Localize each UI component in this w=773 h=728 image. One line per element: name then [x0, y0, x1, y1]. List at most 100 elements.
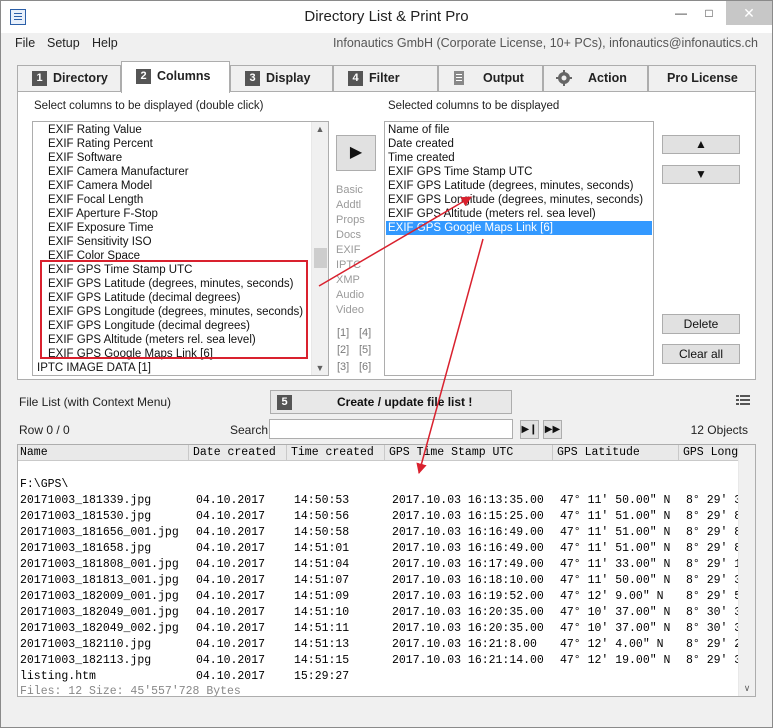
move-down-button[interactable]: ▼	[662, 165, 740, 184]
tab-action[interactable]: Action	[543, 65, 648, 91]
list-item[interactable]: EXIF GPS Time Stamp UTC	[386, 165, 652, 179]
table-cell: 47° 11' 33.00" N	[560, 558, 671, 571]
app-window: Directory List & Print Pro — □ ✕ File Se…	[0, 0, 773, 728]
list-item[interactable]: EXIF GPS Latitude (degrees, minutes, sec…	[386, 179, 652, 193]
list-item-selected[interactable]: EXIF GPS Google Maps Link [6]	[386, 221, 652, 235]
category-addtl[interactable]: Addtl	[336, 199, 361, 211]
minimize-button[interactable]: —	[666, 1, 696, 25]
grid-scrollbar[interactable]: ∨	[738, 445, 755, 696]
list-item[interactable]: EXIF GPS Altitude (meters rel. sea level…	[386, 207, 652, 221]
list-item[interactable]: Time created	[386, 151, 652, 165]
scroll-down-icon[interactable]: ∨	[739, 683, 755, 694]
menu-file[interactable]: File	[15, 36, 35, 50]
create-button-label: Create / update file list !	[337, 395, 473, 409]
category-basic[interactable]: Basic	[336, 184, 363, 196]
table-row[interactable]: 20171003_181808_001.jpg 04.10.2017 14:51:0…	[18, 557, 742, 573]
table-cell: 20171003_182049_001.jpg	[20, 606, 179, 619]
table-row[interactable]: 20171003_181530.jpg 04.10.2017 14:50:56 201…	[18, 509, 741, 525]
table-cell: 47° 11' 50.00" N	[560, 494, 671, 507]
preset-link-1[interactable]: [1]	[337, 327, 349, 339]
move-up-button[interactable]: ▲	[662, 135, 740, 154]
table-cell: 8° 29' 3	[686, 494, 742, 507]
category-docs[interactable]: Docs	[336, 229, 361, 241]
list-item[interactable]: EXIF Camera Model	[35, 179, 311, 193]
tab-filter[interactable]: 4 Filter	[333, 65, 438, 91]
search-all-button[interactable]: ▶▶	[543, 420, 562, 439]
table-cell: 14:51:11	[294, 622, 350, 635]
table-row[interactable]: 20171003_182049_001.jpg 04.10.2017 14:51:1…	[18, 605, 741, 621]
file-list-caption: File List (with Context Menu)	[19, 395, 172, 409]
list-item[interactable]: EXIF Camera Manufacturer	[35, 165, 311, 179]
table-cell	[558, 669, 560, 685]
category-props[interactable]: Props	[336, 214, 365, 226]
list-item[interactable]: EXIF Exposure Time	[35, 221, 311, 235]
column-header-time[interactable]: Time created	[289, 445, 385, 461]
preset-link-5[interactable]: [5]	[359, 344, 371, 356]
preset-link-2[interactable]: [2]	[337, 344, 349, 356]
list-item[interactable]: EXIF Rating Percent	[35, 137, 311, 151]
table-row[interactable]: 20171003_182049_002.jpg 04.10.2017 14:51:1…	[18, 621, 741, 637]
list-item[interactable]: IPTC IMAGE DATA [1]	[35, 361, 311, 375]
category-exif[interactable]: EXIF	[336, 244, 360, 256]
available-columns-caption: Select columns to be displayed (double c…	[34, 100, 264, 112]
table-row[interactable]: 20171003_181656_001.jpg 04.10.2017 14:50:5…	[18, 525, 741, 541]
table-row[interactable]: 20171003_181658.jpg 04.10.2017 14:51:01 201…	[18, 541, 741, 557]
search-next-button[interactable]: ▶❙	[520, 420, 539, 439]
list-settings-icon[interactable]	[736, 394, 750, 406]
table-row[interactable]: 20171003_181339.jpg 04.10.2017 14:50:53 201…	[18, 493, 742, 509]
available-list-scrollbar[interactable]: ▲ ▼	[311, 122, 328, 375]
add-column-button[interactable]: ▶	[336, 135, 376, 171]
list-item[interactable]: Date created	[386, 137, 652, 151]
preset-link-6[interactable]: [6]	[359, 361, 371, 373]
category-audio[interactable]: Audio	[336, 289, 364, 301]
selected-columns-list[interactable]: Name of file Date created Time created E…	[384, 121, 654, 376]
list-item[interactable]: EXIF Software	[35, 151, 311, 165]
grid-header: Name Date created Time created GPS Time …	[18, 445, 755, 461]
file-list-grid[interactable]: Name Date created Time created GPS Time …	[17, 444, 756, 697]
table-row[interactable]: 20171003_181813_001.jpg 04.10.2017 14:51:0…	[18, 573, 741, 589]
table-row[interactable]: listing.htm 04.10.2017 15:29:27	[18, 669, 740, 685]
list-item[interactable]: EXIF Aperture F-Stop	[35, 207, 311, 221]
scroll-thumb[interactable]	[314, 248, 327, 268]
scroll-down-icon[interactable]: ▼	[312, 363, 328, 373]
table-cell: 8° 29' 1	[686, 558, 742, 571]
list-summary: Files: 12 Size: 45'557'728 Bytes	[20, 685, 241, 697]
close-button[interactable]: ✕	[726, 1, 772, 25]
list-item[interactable]: EXIF Sensitivity ISO	[35, 235, 311, 249]
tab-pro-license[interactable]: Pro License	[648, 65, 756, 91]
tab-label: Display	[266, 71, 311, 85]
menu-help[interactable]: Help	[92, 36, 118, 50]
preset-link-3[interactable]: [3]	[337, 361, 349, 373]
category-xmp[interactable]: XMP	[336, 274, 360, 286]
table-cell: 14:50:53	[294, 494, 350, 507]
category-video[interactable]: Video	[336, 304, 364, 316]
list-item[interactable]: EXIF Rating Value	[35, 123, 311, 137]
tab-output[interactable]: Output	[438, 65, 543, 91]
column-header-date[interactable]: Date created	[191, 445, 287, 461]
window-title: Directory List & Print Pro	[304, 8, 469, 25]
tab-directory[interactable]: 1 Directory	[17, 65, 121, 91]
create-file-list-button[interactable]: 5 Create / update file list !	[270, 390, 512, 414]
list-item[interactable]: EXIF GPS Longitude (degrees, minutes, se…	[386, 193, 652, 207]
search-input[interactable]	[269, 419, 513, 439]
column-header-name[interactable]: Name	[18, 445, 189, 461]
column-header-gps-time[interactable]: GPS Time Stamp UTC	[387, 445, 553, 461]
tab-display[interactable]: 3 Display	[230, 65, 333, 91]
menu-setup[interactable]: Setup	[47, 36, 80, 50]
column-header-gps-latitude[interactable]: GPS Latitude	[555, 445, 679, 461]
tab-columns[interactable]: 2 Columns	[121, 61, 230, 93]
preset-link-4[interactable]: [4]	[359, 327, 371, 339]
table-row[interactable]: 20171003_182009_001.jpg 04.10.2017 14:51:0…	[18, 589, 741, 605]
list-item[interactable]: EXIF Focal Length	[35, 193, 311, 207]
folder-row[interactable]: F:\GPS\	[18, 477, 740, 493]
table-row[interactable]: 20171003_182113.jpg 04.10.2017 14:51:15 201…	[18, 653, 741, 669]
table-cell: 14:51:04	[294, 558, 350, 571]
list-item[interactable]: Name of file	[386, 123, 652, 137]
scroll-up-icon[interactable]: ▲	[312, 124, 328, 134]
category-iptc[interactable]: IPTC	[336, 259, 361, 271]
maximize-button[interactable]: □	[694, 1, 724, 25]
table-cell: 15:29:27	[294, 670, 350, 683]
delete-button[interactable]: Delete	[662, 314, 740, 334]
clear-all-button[interactable]: Clear all	[662, 344, 740, 364]
table-row[interactable]: 20171003_182110.jpg 04.10.2017 14:51:13 201…	[18, 637, 741, 653]
